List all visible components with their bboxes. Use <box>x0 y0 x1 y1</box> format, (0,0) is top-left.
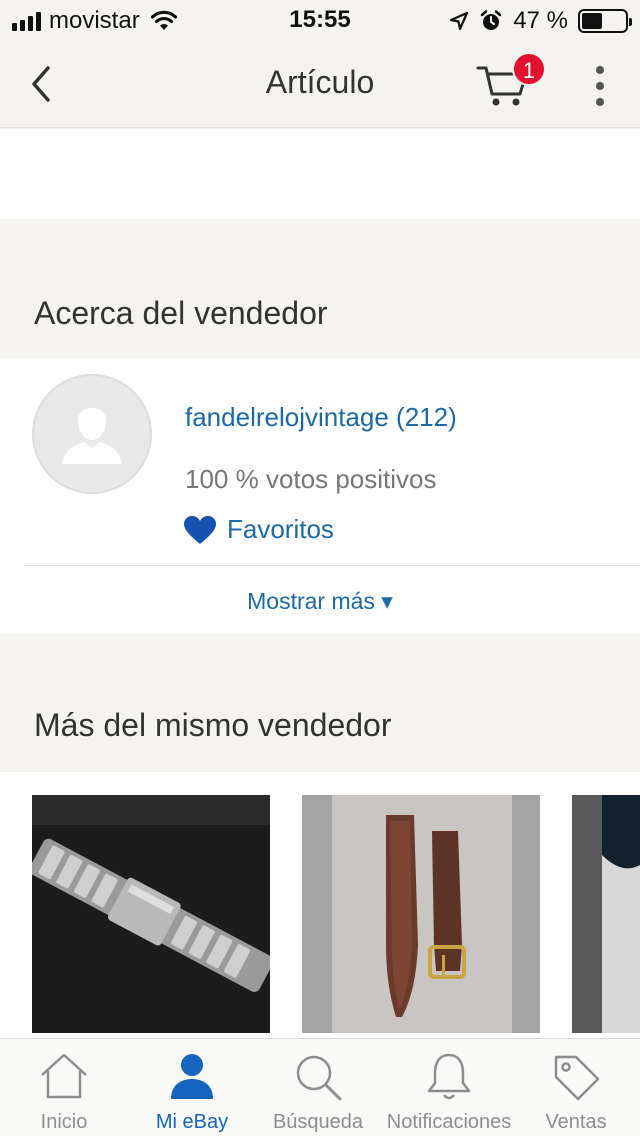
default-avatar-icon <box>32 374 152 494</box>
search-icon <box>296 1055 342 1101</box>
cart-count-badge: 1 <box>512 52 546 86</box>
seller-card: fandelrelojvintage (212) 100 % votos pos… <box>0 358 640 634</box>
tag-icon <box>554 1055 600 1101</box>
bell-icon <box>427 1053 471 1100</box>
more-vertical-icon <box>596 66 604 74</box>
tab-bar: Inicio Mi eBay Búsqueda Notificaciones V… <box>0 1038 640 1136</box>
tab-busqueda[interactable]: Búsqueda <box>266 1039 370 1136</box>
location-arrow-icon <box>450 11 469 31</box>
divider <box>24 565 640 566</box>
brown-leather-watch-strap-image <box>302 795 540 1033</box>
battery-icon <box>578 9 632 33</box>
navigation-bar: Artículo 1 <box>0 40 640 128</box>
heart-icon <box>184 515 216 544</box>
seller-name-link[interactable]: fandelrelojvintage (212) <box>185 402 457 433</box>
content-placeholder <box>0 129 640 219</box>
show-more-button[interactable]: Mostrar más ▾ <box>0 588 640 615</box>
user-icon <box>171 1054 213 1099</box>
metal-watch-bracelet-image <box>32 795 270 1033</box>
battery-percent: 47 % <box>513 7 568 34</box>
tab-inicio[interactable]: Inicio <box>12 1039 116 1136</box>
favorites-button[interactable]: Favoritos <box>183 514 334 545</box>
alarm-icon <box>481 10 502 30</box>
more-from-seller-heading: Más del mismo vendedor <box>34 707 392 743</box>
seller-section-heading: Acerca del vendedor <box>34 295 328 331</box>
partial-item-image <box>572 795 640 1033</box>
favorites-label: Favoritos <box>227 514 334 544</box>
tab-label-busqueda: Búsqueda <box>272 1111 364 1133</box>
status-bar: movistar 15:55 47 % <box>0 0 640 40</box>
avatar[interactable] <box>32 374 152 494</box>
tab-ventas[interactable]: Ventas <box>524 1039 628 1136</box>
more-options-button[interactable] <box>588 66 612 106</box>
status-right: 47 % <box>449 7 632 35</box>
tab-label-ventas: Ventas <box>545 1111 607 1133</box>
seller-feedback: 100 % votos positivos <box>185 464 437 494</box>
tab-label-notificaciones: Notificaciones <box>386 1111 512 1133</box>
tab-mi-ebay[interactable]: Mi eBay <box>140 1039 244 1136</box>
more-items-carousel[interactable] <box>0 772 640 1038</box>
tab-label-mi-ebay: Mi eBay <box>155 1111 229 1133</box>
tab-notificaciones[interactable]: Notificaciones <box>387 1039 511 1136</box>
home-icon <box>41 1053 87 1099</box>
item-tile-partial[interactable] <box>572 795 640 1033</box>
tab-label-inicio: Inicio <box>40 1111 88 1133</box>
item-tile-leather-strap[interactable] <box>302 795 540 1033</box>
item-tile-metal-bracelet[interactable] <box>32 795 270 1033</box>
battery-fill <box>582 13 602 29</box>
